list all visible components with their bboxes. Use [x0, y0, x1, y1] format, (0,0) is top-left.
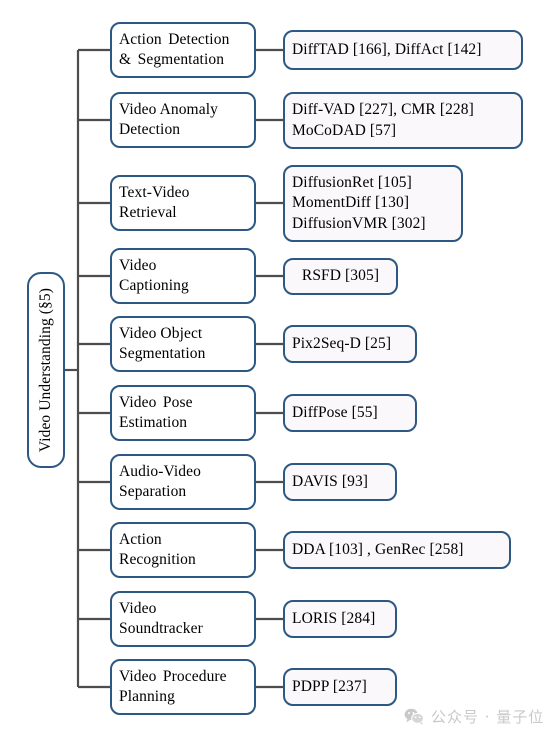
category-line: Video: [119, 599, 157, 617]
reference-line: DiffusionVMR [302]: [292, 214, 426, 232]
category-node-action-recognition[interactable]: Action Recognition: [110, 522, 256, 578]
category-node-video-object-segmentation[interactable]: Video Object Segmentation: [110, 316, 256, 372]
reference-node-video-captioning[interactable]: RSFD [305]: [283, 258, 398, 295]
category-line: Separation: [119, 483, 187, 500]
reference-node-video-soundtracker[interactable]: LORIS [284]: [283, 600, 397, 638]
reference-line: DiffusionRet [105]: [292, 174, 412, 192]
category-line: Video Procedure: [119, 667, 227, 685]
category-line: Recognition: [119, 551, 196, 568]
category-node-action-detection-and-segmentation[interactable]: Action Detection & Segmentation: [110, 22, 256, 78]
reference-line: DDA [103] , GenRec [258]: [292, 540, 464, 558]
reference-line: MomentDiff [130]: [292, 194, 410, 212]
reference-line: MoCoDAD [57]: [292, 121, 397, 139]
reference-node-video-pose-estimation[interactable]: DiffPose [55]: [283, 394, 417, 432]
wechat-icon: [404, 708, 424, 725]
watermark: 公众号 · 量子位: [404, 706, 544, 727]
category-node-video-captioning[interactable]: Video Captioning: [110, 248, 256, 304]
reference-line: DAVIS [93]: [292, 472, 369, 490]
category-line: & Segmentation: [119, 51, 225, 68]
category-line: Captioning: [119, 277, 189, 294]
reference-line: DiffPose [55]: [292, 403, 378, 421]
category-node-video-procedure-planning[interactable]: Video Procedure Planning: [110, 659, 256, 715]
reference-line: DiffTAD [166], DiffAct [142]: [292, 40, 482, 58]
reference-node-video-object-segmentation[interactable]: Pix2Seq-D [25]: [283, 325, 417, 363]
category-line: Detection: [119, 121, 181, 138]
reference-node-action-detection-and-segmentation[interactable]: DiffTAD [166], DiffAct [142]: [283, 30, 523, 70]
category-node-text-video-retrieval[interactable]: Text-Video Retrieval: [110, 175, 256, 231]
category-line: Estimation: [119, 414, 188, 431]
category-line: Action: [119, 530, 162, 548]
taxonomy-diagram: Video Understanding (§5) Action Detectio…: [0, 0, 560, 742]
reference-line: RSFD [305]: [301, 267, 380, 285]
reference-line: LORIS [284]: [292, 609, 376, 627]
category-line: Retrieval: [119, 204, 177, 221]
reference-node-video-procedure-planning[interactable]: PDPP [237]: [283, 668, 397, 706]
watermark-text: 公众号 · 量子位: [431, 708, 545, 726]
category-node-video-anomaly-detection[interactable]: Video Anomaly Detection: [110, 92, 256, 148]
category-line: Soundtracker: [119, 620, 203, 637]
category-line: Video Anomaly: [119, 100, 218, 118]
category-node-video-soundtracker[interactable]: Video Soundtracker: [110, 591, 256, 647]
reference-line: PDPP [237]: [292, 677, 367, 695]
category-line: Action Detection: [119, 30, 230, 48]
category-line: Planning: [119, 688, 175, 705]
category-line: Audio-Video: [119, 462, 201, 480]
category-line: Text-Video: [119, 183, 190, 201]
category-node-audio-video-separation[interactable]: Audio-Video Separation: [110, 454, 256, 510]
reference-node-action-recognition[interactable]: DDA [103] , GenRec [258]: [283, 531, 511, 569]
category-line: Video Pose: [119, 393, 193, 411]
root-node-label: Video Understanding (§5): [36, 287, 54, 453]
category-line: Video: [119, 256, 157, 274]
reference-line: Diff-VAD [227], CMR [228]: [292, 101, 474, 119]
reference-line: Pix2Seq-D [25]: [292, 334, 392, 352]
category-line: Video Object: [119, 324, 203, 342]
category-node-video-pose-estimation[interactable]: Video Pose Estimation: [110, 385, 256, 441]
reference-node-video-anomaly-detection[interactable]: Diff-VAD [227], CMR [228] MoCoDAD [57]: [283, 92, 523, 149]
category-line: Segmentation: [119, 345, 206, 362]
reference-node-audio-video-separation[interactable]: DAVIS [93]: [283, 463, 397, 501]
reference-node-text-video-retrieval[interactable]: DiffusionRet [105] MomentDiff [130] Diff…: [283, 165, 463, 242]
root-node-video-understanding[interactable]: Video Understanding (§5): [27, 272, 65, 468]
